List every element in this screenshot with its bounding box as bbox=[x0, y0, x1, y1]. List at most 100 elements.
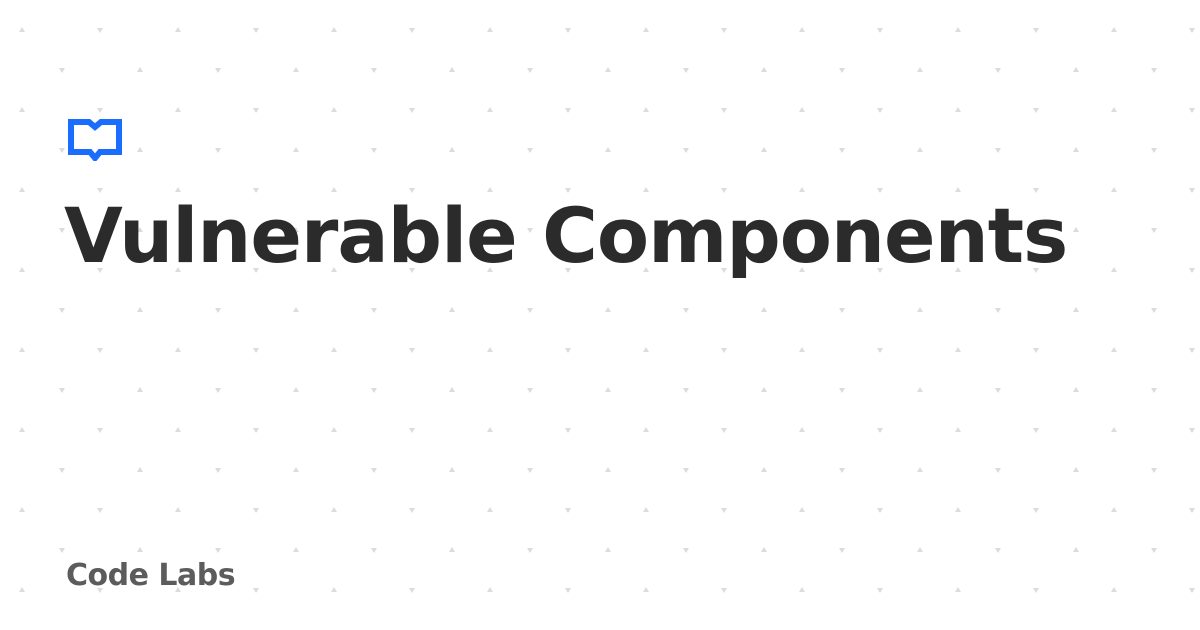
pattern-dot bbox=[839, 68, 845, 73]
pattern-dot bbox=[449, 147, 455, 152]
pattern-dot bbox=[799, 507, 805, 512]
pattern-dot bbox=[1033, 428, 1039, 433]
pattern-dot bbox=[449, 547, 455, 552]
pattern-dot bbox=[1189, 268, 1195, 273]
pattern-dot bbox=[761, 147, 767, 152]
pattern-dot bbox=[683, 148, 689, 153]
pattern-dot bbox=[721, 108, 727, 113]
pattern-dot bbox=[215, 468, 221, 473]
pattern-dot bbox=[877, 108, 883, 113]
pattern-dot bbox=[409, 28, 415, 33]
pattern-dot bbox=[605, 467, 611, 472]
pattern-dot bbox=[565, 28, 571, 33]
pattern-dot bbox=[253, 108, 259, 113]
pattern-dot bbox=[1111, 27, 1117, 32]
pattern-dot bbox=[19, 427, 25, 432]
pattern-dot bbox=[917, 387, 923, 392]
pattern-dot bbox=[293, 147, 299, 152]
pattern-dot bbox=[371, 308, 377, 313]
pattern-dot bbox=[175, 507, 181, 512]
pattern-dot bbox=[683, 388, 689, 393]
page-title: Vulnerable Components bbox=[64, 191, 1068, 280]
pattern-dot bbox=[721, 588, 727, 593]
pattern-dot bbox=[331, 587, 337, 592]
pattern-dot bbox=[799, 27, 805, 32]
pattern-dot bbox=[1073, 387, 1079, 392]
pattern-dot bbox=[215, 308, 221, 313]
pattern-dot bbox=[1189, 428, 1195, 433]
brand-name: Code Labs bbox=[66, 558, 236, 593]
pattern-dot bbox=[215, 148, 221, 153]
pattern-dot bbox=[293, 467, 299, 472]
pattern-dot bbox=[1111, 347, 1117, 352]
pattern-dot bbox=[19, 27, 25, 32]
pattern-dot bbox=[917, 547, 923, 552]
pattern-dot bbox=[761, 467, 767, 472]
pattern-dot bbox=[1073, 467, 1079, 472]
pattern-dot bbox=[1151, 228, 1157, 233]
pattern-dot bbox=[917, 307, 923, 312]
pattern-dot bbox=[643, 107, 649, 112]
pattern-dot bbox=[839, 148, 845, 153]
pattern-dot bbox=[1111, 507, 1117, 512]
pattern-dot bbox=[995, 388, 1001, 393]
pattern-dot bbox=[1033, 108, 1039, 113]
pattern-dot bbox=[1151, 468, 1157, 473]
pattern-dot bbox=[1111, 187, 1117, 192]
pattern-dot bbox=[293, 387, 299, 392]
pattern-dot bbox=[253, 588, 259, 593]
pattern-dot bbox=[1151, 148, 1157, 153]
pattern-dot bbox=[761, 547, 767, 552]
book-comment-icon bbox=[68, 119, 122, 161]
pattern-dot bbox=[487, 427, 493, 432]
pattern-dot bbox=[19, 507, 25, 512]
pattern-dot bbox=[877, 508, 883, 513]
pattern-dot bbox=[487, 27, 493, 32]
pattern-dot bbox=[877, 588, 883, 593]
pattern-dot bbox=[995, 548, 1001, 553]
pattern-dot bbox=[1033, 348, 1039, 353]
pattern-dot bbox=[683, 308, 689, 313]
pattern-dot bbox=[19, 267, 25, 272]
pattern-dot bbox=[19, 187, 25, 192]
pattern-dot bbox=[683, 548, 689, 553]
pattern-dot bbox=[1073, 147, 1079, 152]
pattern-dot bbox=[565, 428, 571, 433]
pattern-dot bbox=[371, 148, 377, 153]
pattern-dot bbox=[527, 388, 533, 393]
pattern-dot bbox=[253, 348, 259, 353]
pattern-dot bbox=[839, 308, 845, 313]
background-pattern bbox=[19, 27, 1195, 593]
pattern-dot bbox=[409, 508, 415, 513]
pattern-dot bbox=[1033, 588, 1039, 593]
pattern-dot bbox=[175, 347, 181, 352]
pattern-dot bbox=[449, 467, 455, 472]
pattern-dot bbox=[1189, 508, 1195, 513]
pattern-dot bbox=[1073, 227, 1079, 232]
pattern-dot bbox=[175, 427, 181, 432]
pattern-dot bbox=[1111, 587, 1117, 592]
pattern-dot bbox=[683, 68, 689, 73]
pattern-dot bbox=[955, 427, 961, 432]
pattern-dot bbox=[721, 428, 727, 433]
pattern-dot bbox=[527, 548, 533, 553]
pattern-dot bbox=[605, 307, 611, 312]
pattern-dot bbox=[487, 507, 493, 512]
pattern-dot bbox=[409, 108, 415, 113]
pattern-dot bbox=[1189, 28, 1195, 33]
pattern-dot bbox=[293, 547, 299, 552]
pattern-dot bbox=[1033, 508, 1039, 513]
pattern-dot bbox=[1073, 547, 1079, 552]
pattern-dot bbox=[371, 68, 377, 73]
pattern-dot bbox=[1151, 388, 1157, 393]
pattern-dot bbox=[137, 467, 143, 472]
social-card: Vulnerable Components Code Labs bbox=[0, 0, 1200, 630]
pattern-dot bbox=[371, 548, 377, 553]
pattern-dot bbox=[527, 148, 533, 153]
pattern-dot bbox=[97, 508, 103, 513]
pattern-dot bbox=[799, 107, 805, 112]
pattern-dot bbox=[59, 548, 65, 553]
pattern-dot bbox=[253, 428, 259, 433]
pattern-dot bbox=[253, 508, 259, 513]
pattern-dot bbox=[565, 108, 571, 113]
